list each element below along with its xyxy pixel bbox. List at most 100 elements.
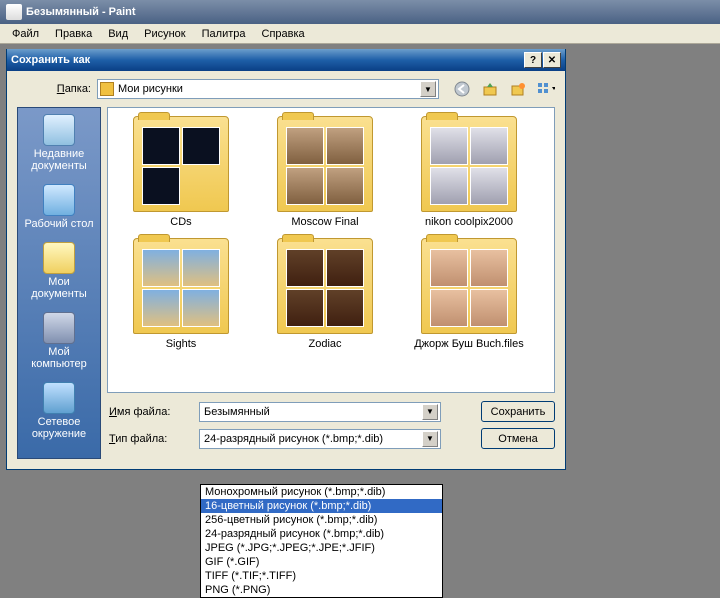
save-as-dialog: Сохранить как ? ✕ Папка: Мои рисунки ▼ xyxy=(6,49,566,470)
menu-item[interactable]: Рисунок xyxy=(136,26,194,42)
view-menu-icon[interactable] xyxy=(537,80,555,98)
desktop-icon xyxy=(43,184,75,216)
sidebar-item-desktop[interactable]: Рабочий стол xyxy=(24,184,93,230)
thumbnail-image xyxy=(326,289,364,327)
thumbnail-image xyxy=(286,249,324,287)
filename-label: Имя файла: xyxy=(107,406,199,418)
sidebar-item-mydocs[interactable]: Мои документы xyxy=(20,242,98,300)
thumbnail-image xyxy=(182,249,220,287)
sidebar-item-label: Мои документы xyxy=(20,276,98,300)
close-button[interactable]: ✕ xyxy=(543,52,561,68)
filetype-option[interactable]: JPEG (*.JPG;*.JPEG;*.JPE;*.JFIF) xyxy=(201,541,442,555)
dialog-title: Сохранить как xyxy=(11,54,523,66)
folder-item[interactable]: Moscow Final xyxy=(260,116,390,228)
filetype-value: 24-разрядный рисунок (*.bmp;*.dib) xyxy=(204,433,422,445)
folder-item[interactable]: CDs xyxy=(116,116,246,228)
filename-input[interactable]: Безымянный ▼ xyxy=(199,402,441,422)
thumbnail-image xyxy=(142,127,180,165)
thumbnail-image xyxy=(430,167,468,205)
folder-item[interactable]: Zodiac xyxy=(260,238,390,350)
folder-name: Moscow Final xyxy=(291,216,358,228)
cancel-button[interactable]: Отмена xyxy=(481,428,555,449)
folder-icon xyxy=(100,82,114,96)
places-sidebar: Недавние документы Рабочий стол Мои докуме… xyxy=(17,107,101,459)
save-button[interactable]: Сохранить xyxy=(481,401,555,422)
menu-item[interactable]: Файл xyxy=(4,26,47,42)
folder-item[interactable]: Джорж Буш Buch.files xyxy=(404,238,534,350)
thumbnail-image xyxy=(326,167,364,205)
folder-thumbnail xyxy=(421,116,517,212)
thumbnail-image xyxy=(286,289,324,327)
thumbnail-image xyxy=(470,289,508,327)
folder-thumbnail xyxy=(421,238,517,334)
thumbnail-image xyxy=(182,127,220,165)
sidebar-item-label: Сетевое окружение xyxy=(20,416,98,440)
folder-item[interactable]: nikon coolpix2000 xyxy=(404,116,534,228)
folder-name: Джорж Буш Buch.files xyxy=(414,338,524,350)
folder-label: Папка: xyxy=(17,83,97,95)
filetype-option[interactable]: 24-разрядный рисунок (*.bmp;*.dib) xyxy=(201,527,442,541)
filename-value: Безымянный xyxy=(204,406,422,418)
sidebar-item-network[interactable]: Сетевое окружение xyxy=(20,382,98,440)
filetype-option[interactable]: 256-цветный рисунок (*.bmp;*.dib) xyxy=(201,513,442,527)
sidebar-item-mycomp[interactable]: Мой компьютер xyxy=(20,312,98,370)
back-icon[interactable] xyxy=(453,80,471,98)
filetype-dropdown[interactable]: Монохромный рисунок (*.bmp;*.dib)16-цвет… xyxy=(200,484,443,598)
folder-name: Zodiac xyxy=(308,338,341,350)
menu-item[interactable]: Правка xyxy=(47,26,100,42)
folder-name: Sights xyxy=(166,338,197,350)
thumbnail-image xyxy=(142,289,180,327)
filetype-label: Тип файла: xyxy=(107,433,199,445)
chevron-down-icon[interactable]: ▼ xyxy=(422,431,438,447)
mydocs-icon xyxy=(43,242,75,274)
filetype-option[interactable]: PNG (*.PNG) xyxy=(201,583,442,597)
folder-thumbnail xyxy=(277,116,373,212)
sidebar-item-label: Недавние документы xyxy=(20,148,98,172)
folder-item[interactable]: Sights xyxy=(116,238,246,350)
app-title: Безымянный - Paint xyxy=(26,6,136,18)
sidebar-item-label: Мой компьютер xyxy=(20,346,98,370)
dialog-titlebar: Сохранить как ? ✕ xyxy=(7,49,565,71)
thumbnail-image xyxy=(470,167,508,205)
filetype-option[interactable]: Монохромный рисунок (*.bmp;*.dib) xyxy=(201,485,442,499)
thumbnail-image xyxy=(142,249,180,287)
folder-combobox[interactable]: Мои рисунки ▼ xyxy=(97,79,439,99)
help-button[interactable]: ? xyxy=(524,52,542,68)
file-list[interactable]: CDs Moscow Final nikon coolpix2000 Sights Zo… xyxy=(107,107,555,393)
filetype-combobox[interactable]: 24-разрядный рисунок (*.bmp;*.dib) ▼ xyxy=(199,429,441,449)
thumbnail-image xyxy=(430,289,468,327)
menu-item[interactable]: Палитра xyxy=(194,26,254,42)
sidebar-item-label: Рабочий стол xyxy=(24,218,93,230)
thumbnail-image xyxy=(430,127,468,165)
thumbnail-image xyxy=(326,249,364,287)
mycomp-icon xyxy=(43,312,75,344)
folder-thumbnail xyxy=(133,116,229,212)
thumbnail-image xyxy=(430,249,468,287)
sidebar-item-recent[interactable]: Недавние документы xyxy=(20,114,98,172)
thumbnail-image xyxy=(470,249,508,287)
network-icon xyxy=(43,382,75,414)
app-titlebar: Безымянный - Paint xyxy=(0,0,720,24)
app-icon xyxy=(6,4,22,20)
thumbnail-image xyxy=(182,289,220,327)
menu-item[interactable]: Справка xyxy=(254,26,313,42)
thumbnail-image xyxy=(142,167,180,205)
up-icon[interactable] xyxy=(481,80,499,98)
thumbnail-image xyxy=(286,167,324,205)
folder-value: Мои рисунки xyxy=(118,83,420,95)
thumbnail-image xyxy=(470,127,508,165)
filetype-option[interactable]: 16-цветный рисунок (*.bmp;*.dib) xyxy=(201,499,442,513)
thumbnail-image xyxy=(326,127,364,165)
chevron-down-icon[interactable]: ▼ xyxy=(422,404,438,420)
menu-item[interactable]: Вид xyxy=(100,26,136,42)
chevron-down-icon[interactable]: ▼ xyxy=(420,81,436,97)
filetype-option[interactable]: GIF (*.GIF) xyxy=(201,555,442,569)
folder-thumbnail xyxy=(133,238,229,334)
menubar: ФайлПравкаВидРисунокПалитраСправка xyxy=(0,24,720,44)
folder-name: CDs xyxy=(170,216,191,228)
filetype-option[interactable]: TIFF (*.TIF;*.TIFF) xyxy=(201,569,442,583)
folder-name: nikon coolpix2000 xyxy=(425,216,513,228)
thumbnail-image xyxy=(286,127,324,165)
recent-icon xyxy=(43,114,75,146)
new-folder-icon[interactable] xyxy=(509,80,527,98)
